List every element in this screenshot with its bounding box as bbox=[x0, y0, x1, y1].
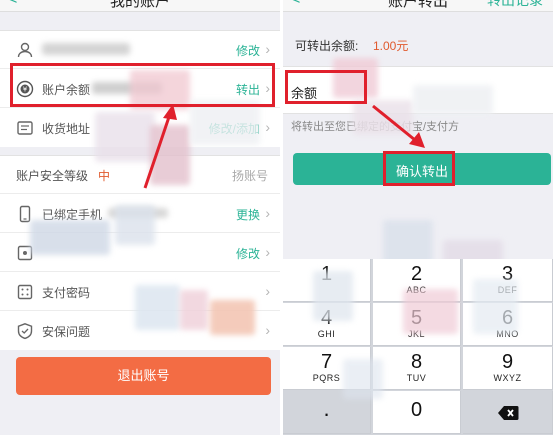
key-7[interactable]: 7 PQRS bbox=[283, 347, 371, 390]
shield-icon bbox=[17, 323, 33, 340]
logout-button[interactable]: 退出账号 bbox=[16, 357, 271, 395]
chevron-right-icon: › bbox=[265, 322, 270, 338]
row-pay-password[interactable]: 支付密码 › bbox=[0, 273, 280, 311]
row-address[interactable]: 收货地址 修改/添加 › bbox=[0, 109, 280, 147]
key-0[interactable]: 0 bbox=[373, 391, 461, 434]
chevron-right-icon: › bbox=[265, 244, 270, 260]
edit-masked-link[interactable]: 修改 bbox=[236, 245, 260, 262]
security-level-label: 账户安全等级 bbox=[16, 169, 89, 183]
keypad-icon bbox=[17, 284, 33, 300]
highlight-box-balance-input bbox=[285, 70, 367, 104]
backspace-key[interactable] bbox=[463, 391, 553, 434]
available-amount: 1.00元 bbox=[373, 39, 409, 53]
masked-username bbox=[42, 43, 130, 55]
key-decimal[interactable]: . bbox=[283, 391, 371, 434]
security-question-label: 安保问题 bbox=[42, 325, 91, 339]
phone-label: 已绑定手机 bbox=[42, 208, 103, 222]
row-masked[interactable]: 修改 › bbox=[0, 234, 280, 272]
highlight-box-confirm bbox=[383, 151, 455, 186]
key-4[interactable]: 4 GHI bbox=[283, 303, 371, 346]
key-6[interactable]: 6 MNO bbox=[463, 303, 553, 346]
right-nav-bar: < 账户转出 转出记录 bbox=[283, 0, 553, 12]
address-label: 收货地址 bbox=[42, 122, 91, 136]
phone-icon bbox=[19, 205, 31, 223]
key-1[interactable]: 1 bbox=[283, 259, 371, 302]
edit-address-link[interactable]: 修改/添加 bbox=[209, 120, 260, 137]
security-level-hint: 扬账号 bbox=[231, 169, 268, 183]
change-phone-link[interactable]: 更换 bbox=[236, 206, 260, 223]
chevron-right-icon: › bbox=[265, 119, 270, 135]
left-nav-bar: < 我的账户 bbox=[0, 0, 280, 12]
row-phone[interactable]: 已绑定手机 更换 › bbox=[0, 195, 280, 233]
security-level-value: 中 bbox=[98, 169, 111, 183]
key-2[interactable]: 2 ABC bbox=[373, 259, 461, 302]
backspace-icon bbox=[497, 406, 518, 420]
pay-password-label: 支付密码 bbox=[42, 286, 91, 300]
chevron-right-icon: › bbox=[265, 41, 270, 57]
row-security-level: 账户安全等级 中 扬账号 bbox=[0, 156, 280, 194]
address-icon bbox=[17, 121, 33, 135]
user-icon bbox=[17, 42, 33, 58]
grid-icon bbox=[17, 245, 33, 261]
key-5[interactable]: 5 JKL bbox=[373, 303, 461, 346]
transfer-history-link[interactable]: 转出记录 bbox=[487, 0, 543, 10]
row-security-question[interactable]: 安保问题 › bbox=[0, 312, 280, 350]
available-label: 可转出余额: bbox=[295, 39, 359, 53]
numeric-keypad: 1 2 ABC 3 DEF 4 GHI 5 JKL 6 MNO 7 PQRS 8 TUV 9W… bbox=[283, 259, 553, 435]
page-title: 我的账户 bbox=[109, 0, 170, 10]
chevron-right-icon: › bbox=[265, 205, 270, 221]
transfer-screen: < 账户转出 转出记录 可转出余额: 1.00元 余额 将转出至您已绑定的支付宝… bbox=[283, 0, 553, 435]
account-group-2: 账户安全等级 中 扬账号 已绑定手机 更换 › 修改 › 支付密码 › 安保问题… bbox=[0, 155, 280, 350]
key-8[interactable]: 8 TUV bbox=[373, 347, 461, 390]
key-3[interactable]: 3 DEF bbox=[463, 259, 553, 302]
edit-user-link[interactable]: 修改 bbox=[236, 42, 260, 59]
transfer-note: 将转出至您已绑定的支付宝/支付方 bbox=[291, 121, 460, 133]
highlight-box-balance bbox=[10, 63, 275, 107]
account-screen: < 我的账户 修改 › ¥ 账户余额 转出 › 收货地址 修改/添加 › 账户安… bbox=[0, 0, 280, 435]
available-balance: 可转出余额: 1.00元 bbox=[283, 12, 553, 62]
chevron-right-icon: › bbox=[265, 283, 270, 299]
masked-phone bbox=[108, 208, 168, 218]
key-9[interactable]: 9 WXYZ bbox=[463, 347, 553, 390]
